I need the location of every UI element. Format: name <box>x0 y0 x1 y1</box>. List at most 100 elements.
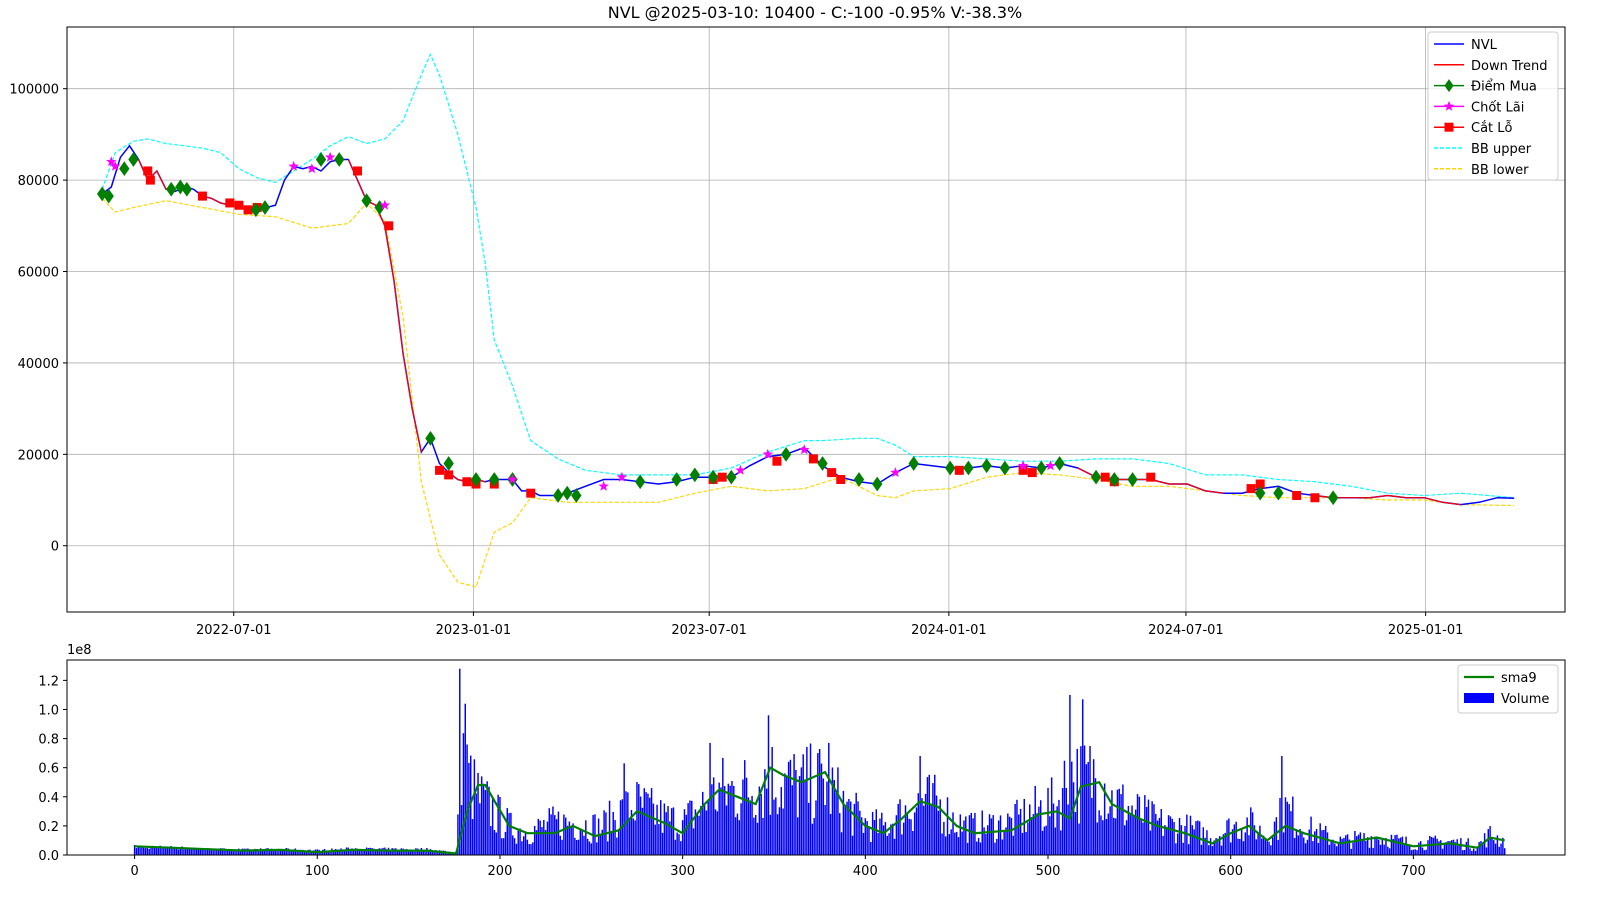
volume-bar <box>1335 846 1338 855</box>
volume-bar <box>564 817 567 855</box>
volume-bar <box>1246 817 1248 855</box>
volume-bar <box>1142 822 1144 855</box>
volume-bar <box>1432 837 1435 855</box>
buy-point-marker <box>361 193 372 209</box>
volume-y-tick-label: 0.0 <box>38 849 59 864</box>
volume-bar <box>1092 759 1095 855</box>
volume-bar <box>1427 840 1429 855</box>
volume-bar <box>751 795 753 855</box>
volume-bar <box>696 813 698 855</box>
volume-bar <box>1034 785 1036 855</box>
volume-bar <box>510 812 512 855</box>
volume-bar <box>698 815 700 855</box>
volume-bar <box>577 839 580 855</box>
volume-bar <box>725 805 728 855</box>
volume-bar <box>753 817 755 855</box>
volume-bar <box>855 792 857 855</box>
volume-bar <box>258 850 260 855</box>
volume-bar <box>1451 840 1453 855</box>
volume-bar <box>853 803 856 855</box>
volume-bar <box>1125 820 1128 855</box>
volume-bar <box>1383 844 1385 855</box>
volume-bar <box>997 820 1000 855</box>
volume-bar <box>1337 842 1340 855</box>
volume-chart-panel: 0 100 200 300 400 500 600 700 0.0 0.2 0.4 0.6 0.8 1.0… <box>38 643 1566 879</box>
volume-bar <box>1200 844 1203 855</box>
volume-bar <box>957 837 960 855</box>
volume-bar <box>1054 827 1057 855</box>
volume-bar <box>1328 844 1331 855</box>
volume-x-tick-label: 500 <box>1036 864 1061 879</box>
take-profit-marker <box>288 160 299 171</box>
volume-bar <box>610 832 613 855</box>
volume-bar <box>976 841 978 855</box>
volume-bar <box>895 815 898 855</box>
volume-bar <box>647 793 649 855</box>
volume-bar <box>879 818 881 855</box>
volume-bar <box>913 812 916 855</box>
volume-bar <box>1166 826 1168 855</box>
volume-bar <box>135 848 138 855</box>
volume-bar <box>519 828 521 855</box>
volume-bar <box>932 783 934 855</box>
volume-bar <box>1489 826 1491 855</box>
volume-bar <box>1018 814 1020 855</box>
price-y-tick-label: 80000 <box>18 174 59 189</box>
volume-bar <box>371 848 373 855</box>
volume-bar <box>979 842 982 855</box>
stop-loss-marker <box>352 166 362 176</box>
volume-bar <box>1456 839 1458 855</box>
volume-bar <box>1297 835 1300 855</box>
volume-bar <box>1414 849 1416 855</box>
volume-bar <box>491 799 494 855</box>
volume-bar <box>1418 842 1420 855</box>
stop-loss-marker <box>234 200 244 210</box>
volume-bar <box>1065 787 1067 855</box>
volume-bar <box>201 849 203 855</box>
take-profit-marker <box>598 480 609 491</box>
volume-bar <box>1169 816 1172 855</box>
volume-bar <box>720 787 722 855</box>
volume-bar <box>1483 833 1486 855</box>
volume-bar <box>1114 818 1117 855</box>
volume-bar <box>1240 828 1243 855</box>
volume-bar <box>744 760 746 855</box>
volume-bar <box>1096 822 1099 855</box>
volume-bar <box>1244 832 1247 855</box>
volume-bar <box>1171 818 1173 855</box>
volume-bar <box>1321 830 1323 855</box>
volume-bar <box>670 808 673 855</box>
volume-bar <box>1136 794 1139 855</box>
volume-bar <box>638 784 640 855</box>
volume-bar <box>1330 840 1332 855</box>
volume-bar <box>656 804 658 855</box>
volume-bar <box>1306 839 1309 855</box>
volume-bar <box>639 796 642 855</box>
volume-bar <box>1098 810 1100 855</box>
volume-bar <box>1478 842 1480 855</box>
volume-bar <box>1176 833 1179 855</box>
volume-bar <box>1261 838 1263 855</box>
volume-bar <box>143 846 145 855</box>
volume-bar <box>901 834 903 855</box>
volume-bar <box>676 832 678 855</box>
volume-bar <box>842 790 845 855</box>
volume-bar <box>1032 814 1035 855</box>
volume-bar <box>585 820 587 855</box>
volume-bar <box>1007 813 1009 855</box>
volume-bar <box>1436 838 1438 855</box>
volume-bar <box>672 807 675 855</box>
volume-bar <box>700 805 702 855</box>
legend-sma9-label: sma9 <box>1501 671 1537 686</box>
volume-bar <box>705 810 708 855</box>
volume-bar <box>955 831 958 855</box>
volume-x-tick-label: 700 <box>1401 864 1426 879</box>
volume-bar <box>714 809 717 855</box>
volume-x-tick-label: 400 <box>853 864 878 879</box>
volume-bar <box>871 811 874 855</box>
volume-bar <box>484 789 487 855</box>
volume-bar <box>1129 814 1131 855</box>
volume-bar <box>904 805 907 855</box>
volume-bar <box>661 832 664 855</box>
volume-bar <box>851 835 854 855</box>
